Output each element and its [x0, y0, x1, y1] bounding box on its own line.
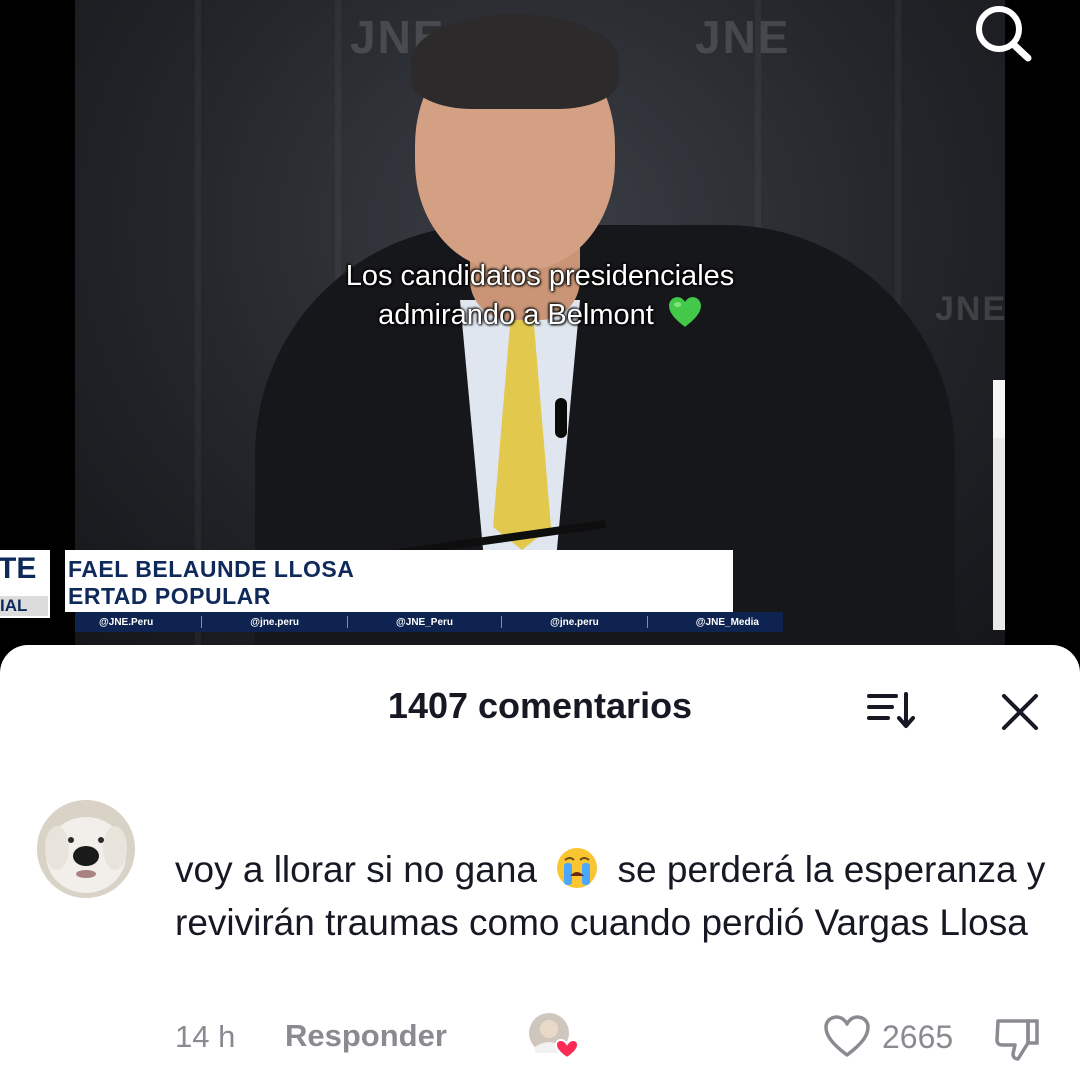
crying-face-emoji	[557, 848, 598, 888]
speaker-hair	[411, 14, 619, 109]
close-icon[interactable]	[998, 690, 1042, 734]
search-icon[interactable]	[968, 2, 1038, 64]
lower-third-banner: FAEL BELAUNDE LLOSA ERTAD POPULAR	[65, 550, 733, 612]
video-caption-line1: Los candidatos presidenciales	[345, 260, 735, 292]
social-handle: @jne.peru	[250, 616, 299, 628]
lower-third-left-mark: TE	[0, 552, 37, 585]
like-count: 2665	[882, 1019, 954, 1055]
speaker-name: FAEL BELAUNDE LLOSA	[68, 556, 355, 582]
dog-avatar-image	[37, 800, 135, 898]
sort-icon[interactable]	[866, 690, 916, 730]
social-handles-bar: @JNE.Peru @jne.peru @JNE_Peru @jne.peru …	[75, 612, 783, 632]
comment-body: voy a llorar si no gana se perderá la es…	[175, 843, 1055, 949]
dislike-icon[interactable]	[992, 1013, 1042, 1063]
video-player[interactable]: JNE JNE JNE Los candidatos presidenciale…	[0, 0, 1080, 660]
creator-liked-badge	[529, 1013, 579, 1059]
backdrop-panel	[993, 380, 1005, 438]
green-heart-emoji	[668, 297, 701, 327]
avatar[interactable]	[37, 800, 135, 898]
comments-sheet: 1407 comentarios voy a llorar si no gana	[0, 645, 1080, 1080]
comment-text-part1: voy a llorar si no gana	[175, 849, 537, 890]
reply-button[interactable]: Responder	[285, 1018, 447, 1054]
social-handle: @JNE_Media	[695, 616, 759, 628]
comment-timestamp: 14 h	[175, 1019, 236, 1054]
speaker-party: ERTAD POPULAR	[68, 583, 271, 609]
like-heart-icon[interactable]	[822, 1013, 872, 1059]
lower-third-tag: IAL	[0, 596, 48, 616]
social-handle: @JNE.Peru	[99, 616, 154, 628]
social-handle: @JNE_Peru	[396, 616, 454, 628]
video-frame: JNE JNE JNE Los candidatos presidenciale…	[75, 0, 1005, 645]
video-caption-line2: admirando a Belmont	[75, 296, 1005, 333]
backdrop-logo: JNE	[695, 11, 791, 63]
microphone	[555, 398, 567, 438]
comments-count-title: 1407 comentarios	[387, 685, 693, 726]
video-caption-text: admirando a Belmont	[378, 299, 654, 331]
social-handle: @jne.peru	[550, 616, 599, 628]
